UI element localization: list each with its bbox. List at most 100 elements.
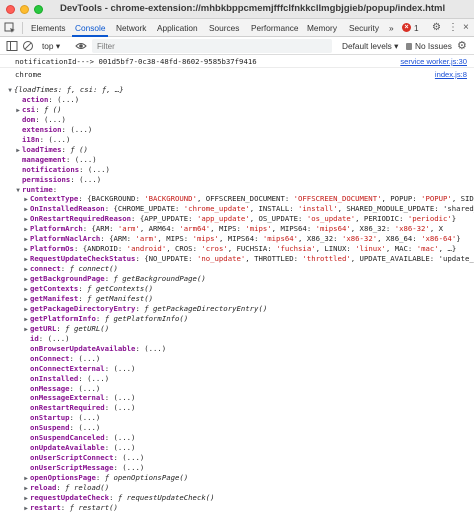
property-key: RequestUpdateCheckStatus	[30, 254, 136, 264]
expand-arrow-icon[interactable]: ▶	[22, 325, 30, 334]
expand-arrow-icon[interactable]: ▶	[22, 225, 30, 234]
expand-arrow-icon[interactable]: ▶	[22, 235, 30, 244]
tree-node: onUserScriptConnect: (...)	[0, 453, 474, 463]
issues-button[interactable]: No Issues	[406, 37, 452, 55]
expand-arrow-icon[interactable]: ▶	[22, 195, 30, 204]
expand-arrow-icon[interactable]: ▶	[22, 215, 30, 224]
clear-console-icon[interactable]	[22, 40, 34, 52]
tree-node-expandable[interactable]: ▶ getPackageDirectoryEntry: ƒ getPackageD…	[0, 304, 474, 314]
filter-field[interactable]	[92, 39, 332, 53]
close-devtools-icon[interactable]: ×	[463, 21, 469, 35]
expand-arrow-icon[interactable]: ▶	[14, 146, 22, 155]
expand-arrow-icon[interactable]: ▶	[22, 285, 30, 294]
tree-node-expandable[interactable]: ▶ getManifest: ƒ getManifest()	[0, 294, 474, 304]
tab-application[interactable]: Application	[157, 19, 198, 37]
tree-node-expandable[interactable]: ▼ {loadTimes: ƒ, csi: ƒ, …}	[0, 85, 474, 95]
error-count[interactable]: 1	[414, 19, 419, 37]
console-settings-icon[interactable]: ⚙	[457, 39, 467, 53]
tree-node-expandable[interactable]: ▶ openOptionsPage: ƒ openOptionsPage()	[0, 473, 474, 483]
expand-arrow-icon[interactable]: ▶	[22, 504, 30, 513]
key-separator: :	[109, 492, 118, 502]
expand-arrow-icon[interactable]: ▶	[22, 315, 30, 324]
tree-node-expandable[interactable]: ▶ csi: ƒ ()	[0, 105, 474, 115]
property-value[interactable]: (...)	[78, 413, 100, 422]
tree-node-expandable[interactable]: ▼ runtime:	[0, 185, 474, 195]
property-value[interactable]: (...)	[79, 175, 101, 184]
property-value[interactable]: (...)	[113, 443, 135, 452]
expand-arrow-icon[interactable]: ▶	[22, 484, 30, 493]
inspect-element-icon[interactable]	[4, 22, 16, 34]
expand-arrow-icon[interactable]: ▶	[22, 255, 30, 264]
expand-arrow-icon[interactable]: ▶	[22, 245, 30, 254]
tab-network[interactable]: Network	[116, 19, 146, 37]
console-output[interactable]: notificationId---> 001d5bf7-0c38-48fd-86…	[0, 55, 474, 513]
property-value[interactable]: (...)	[122, 463, 144, 472]
property-key: onConnectExternal	[30, 363, 105, 373]
tree-node-expandable[interactable]: ▶ PlatformArch: {ARM: 'arm', ARM64: 'arm6…	[0, 224, 474, 234]
property-value[interactable]: (...)	[48, 135, 70, 144]
tree-node-expandable[interactable]: ▶ PlatformOs: {ANDROID: 'android', CROS: …	[0, 244, 474, 254]
tab-elements[interactable]: Elements	[31, 19, 66, 37]
eye-icon[interactable]	[75, 40, 87, 52]
expand-arrow-icon[interactable]: ▶	[22, 494, 30, 503]
expand-arrow-icon[interactable]: ▶	[22, 474, 30, 483]
tree-node-expandable[interactable]: ▶ getBackgroundPage: ƒ getBackgroundPage(…	[0, 274, 474, 284]
property-value[interactable]: (...)	[44, 115, 66, 124]
expand-arrow-icon[interactable]: ▶	[22, 295, 30, 304]
property-value[interactable]: (...)	[113, 433, 135, 442]
context-selector[interactable]: top ▾	[42, 37, 60, 55]
source-link[interactable]: index.js:8	[435, 70, 467, 79]
tree-node-expandable[interactable]: ▶ connect: ƒ connect()	[0, 264, 474, 274]
tree-node-expandable[interactable]: ▶ reload: ƒ reload()	[0, 483, 474, 493]
tree-node-expandable[interactable]: ▶ OnRestartRequiredReason: {APP_UPDATE: '…	[0, 214, 474, 224]
tree-node-expandable[interactable]: ▶ getURL: ƒ getURL()	[0, 324, 474, 334]
property-value[interactable]: (...)	[78, 384, 100, 393]
property-value[interactable]: (...)	[113, 393, 135, 402]
tree-node-expandable[interactable]: ▶ restart: ƒ restart()	[0, 503, 474, 513]
tree-node-expandable[interactable]: ▶ requestUpdateCheck: ƒ requestUpdateChec…	[0, 493, 474, 503]
property-value[interactable]: (...)	[144, 344, 166, 353]
tree-node-expandable[interactable]: ▶ ContextType: {BACKGROUND: 'BACKGROUND',…	[0, 194, 474, 204]
zoom-window-button[interactable]	[34, 5, 43, 14]
source-link[interactable]: service worker.js:30	[400, 57, 467, 66]
tab-more-overflow[interactable]: »	[389, 19, 394, 37]
property-key: onUserScriptConnect	[30, 453, 114, 463]
tab-performance[interactable]: Performance	[251, 19, 299, 37]
property-value[interactable]: (...)	[57, 95, 79, 104]
property-value[interactable]: (...)	[113, 403, 135, 412]
expand-arrow-icon[interactable]: ▶	[22, 275, 30, 284]
property-value[interactable]: (...)	[88, 165, 110, 174]
collapse-arrow-icon[interactable]: ▼	[6, 86, 14, 95]
log-levels-dropdown[interactable]: Default levels ▾	[342, 37, 398, 55]
close-window-button[interactable]	[6, 5, 15, 14]
expand-arrow-icon[interactable]: ▶	[22, 265, 30, 274]
property-value[interactable]: (...)	[87, 374, 109, 383]
tree-node-expandable[interactable]: ▶ getContexts: ƒ getContexts()	[0, 284, 474, 294]
tab-memory[interactable]: Memory	[307, 19, 337, 37]
property-value[interactable]: (...)	[113, 364, 135, 373]
minimize-window-button[interactable]	[20, 5, 29, 14]
expand-arrow-icon[interactable]: ▶	[22, 305, 30, 314]
filter-input[interactable]	[92, 39, 332, 53]
tab-sources[interactable]: Sources	[209, 19, 239, 37]
tree-node-expandable[interactable]: ▶ OnInstalledReason: {CHROME_UPDATE: 'chr…	[0, 204, 474, 214]
settings-icon[interactable]: ⚙	[432, 21, 441, 35]
property-value[interactable]: (...)	[48, 334, 70, 343]
tree-node-expandable[interactable]: ▶ getPlatformInfo: ƒ getPlatformInfo()	[0, 314, 474, 324]
expand-arrow-icon[interactable]: ▶	[14, 106, 22, 115]
property-value[interactable]: (...)	[78, 354, 100, 363]
more-options-icon[interactable]: ⋮	[448, 21, 458, 35]
expand-arrow-icon[interactable]: ▶	[22, 205, 30, 214]
sidebar-toggle-icon[interactable]	[6, 40, 18, 52]
property-value[interactable]: (...)	[75, 155, 97, 164]
tree-node-expandable[interactable]: ▶ PlatformNaclArch: {ARM: 'arm', MIPS: 'm…	[0, 234, 474, 244]
property-value[interactable]: (...)	[70, 125, 92, 134]
property-value[interactable]: (...)	[122, 453, 144, 462]
tree-node-expandable[interactable]: ▶ loadTimes: ƒ ()	[0, 145, 474, 155]
collapse-arrow-icon[interactable]: ▼	[14, 186, 22, 195]
tab-security[interactable]: Security	[349, 19, 379, 37]
tab-console[interactable]: Console	[71, 19, 109, 37]
property-value[interactable]: (...)	[78, 423, 100, 432]
key-separator: :	[60, 502, 70, 512]
tree-node-expandable[interactable]: ▶ RequestUpdateCheckStatus: {NO_UPDATE: '…	[0, 254, 474, 264]
